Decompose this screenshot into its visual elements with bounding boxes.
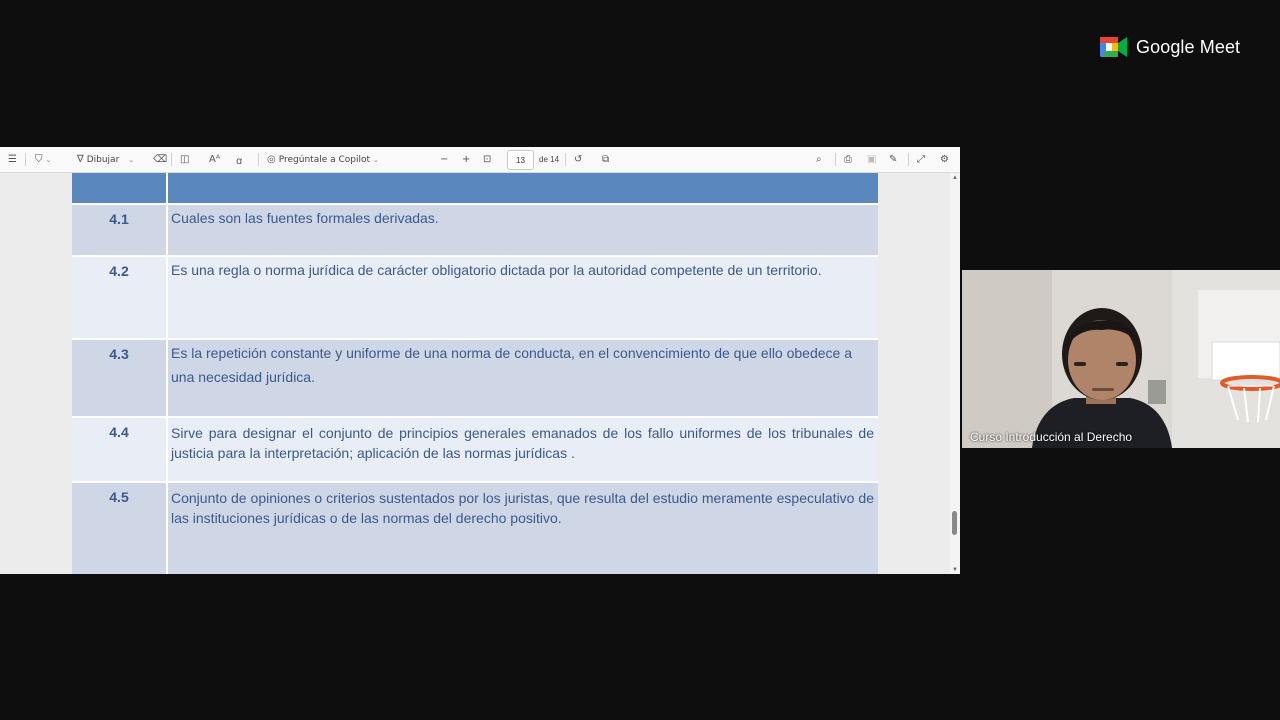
save-as-button[interactable]: ✎ <box>889 147 897 172</box>
copilot-button[interactable]: ◎ Pregúntale a Copilot ⌄ <box>267 147 379 172</box>
participant-video <box>962 270 1280 448</box>
minus-icon: − <box>440 154 449 165</box>
participant-name: Curso Introducción al Derecho <box>970 430 1133 444</box>
layout-icon: ⧉ <box>602 154 610 165</box>
page-layout-button[interactable]: ⧉ <box>602 147 609 172</box>
search-button[interactable]: ⌕ <box>816 147 822 172</box>
toolbar-divider <box>565 153 566 166</box>
plus-icon: + <box>462 154 471 165</box>
draw-button[interactable]: ∇ Dibujar ⌄ <box>77 147 134 172</box>
column-divider <box>166 205 168 255</box>
pdf-viewer-window: ☰ ⛉ ⌄ ∇ Dibujar ⌄ ⌫ ◫ Aᴬ ꭤ ◎ Pregúntale a Co… <box>0 147 960 574</box>
zoom-out-button[interactable]: − <box>440 147 448 172</box>
draw-icon: ∇ <box>77 154 84 165</box>
highlighter-icon: ⛉ <box>35 154 43 165</box>
chevron-down-icon: ⌄ <box>373 155 379 164</box>
row-text: Conjunto de opiniones o criterios susten… <box>171 490 874 526</box>
column-divider <box>166 418 168 481</box>
scrollbar-thumb[interactable] <box>952 511 957 535</box>
translate-icon: ꭤ <box>236 155 243 167</box>
toolbar-divider <box>908 153 909 166</box>
page-number-input[interactable]: 13 <box>507 150 534 170</box>
meet-camera-icon <box>1100 37 1127 57</box>
table-row: 4.5 Conjunto de opiniones o criterios su… <box>72 483 878 574</box>
pdf-toolbar: ☰ ⛉ ⌄ ∇ Dibujar ⌄ ⌫ ◫ Aᴬ ꭤ ◎ Pregúntale a Co… <box>0 147 960 173</box>
column-divider <box>166 483 168 574</box>
fit-width-icon: ⊡ <box>483 154 492 165</box>
row-number: 4.2 <box>109 263 129 279</box>
column-divider <box>166 340 168 416</box>
meet-logo-text: Google Meet <box>1136 36 1241 57</box>
pdf-page: 4.1 Cuales son las fuentes formales deri… <box>72 173 878 574</box>
save-button[interactable]: ▣ <box>867 147 876 172</box>
scroll-down-icon[interactable]: ▼ <box>952 567 958 573</box>
rotate-icon: ↺ <box>574 154 583 165</box>
row-text: Sirve para designar el conjunto de princ… <box>171 425 874 461</box>
row-number: 4.3 <box>109 346 129 362</box>
toolbar-divider <box>835 153 836 166</box>
toolbar-divider <box>25 153 26 166</box>
vertical-scrollbar[interactable]: ▲ ▼ <box>950 173 960 574</box>
participant-video-tile[interactable]: Curso Introducción al Derecho <box>962 270 1280 448</box>
chevron-down-icon: ⌄ <box>45 155 52 164</box>
save-icon: ▣ <box>867 154 877 165</box>
gear-icon: ⚙ <box>940 154 949 165</box>
contents-button[interactable]: ☰ <box>8 147 17 172</box>
scroll-up-icon[interactable]: ▲ <box>952 175 958 181</box>
row-number: 4.4 <box>109 424 129 440</box>
google-meet-logo: Google Meet <box>1100 34 1240 60</box>
toolbar-divider <box>171 153 172 166</box>
table-row: 4.4 Sirve para designar el conjunto de p… <box>72 418 878 481</box>
book-icon: ◫ <box>180 154 190 165</box>
column-divider <box>166 257 168 338</box>
copilot-label: Pregúntale a Copilot <box>278 154 371 165</box>
highlight-button[interactable]: ⛉ ⌄ <box>35 147 51 172</box>
row-text: Es la repetición constante y uniforme de… <box>171 345 852 385</box>
draw-label: Dibujar <box>86 154 120 165</box>
eraser-button[interactable]: ⌫ <box>153 147 167 172</box>
eraser-icon: ⌫ <box>153 154 168 165</box>
page-view-button[interactable]: ◫ <box>180 147 189 172</box>
search-icon: ⌕ <box>816 154 822 165</box>
copilot-icon: ◎ <box>267 154 276 165</box>
row-text: Cuales son las fuentes formales derivada… <box>171 210 439 226</box>
translate-button[interactable]: ꭤ <box>236 147 242 172</box>
list-icon: ☰ <box>8 154 17 165</box>
toolbar-divider <box>258 153 259 166</box>
text-size-icon: Aᴬ <box>209 154 221 165</box>
table-header-row <box>72 173 878 205</box>
fit-page-button[interactable]: ⊡ <box>483 147 491 172</box>
row-number: 4.5 <box>109 489 129 505</box>
save-as-icon: ✎ <box>889 154 898 165</box>
print-button[interactable]: ⎙ <box>844 147 852 172</box>
column-divider <box>166 173 168 203</box>
page-total-label: de 14 <box>539 155 560 164</box>
table-row: 4.3 Es la repetición constante y uniform… <box>72 340 878 416</box>
settings-button[interactable]: ⚙ <box>940 147 949 172</box>
table-row: 4.1 Cuales son las fuentes formales deri… <box>72 205 878 255</box>
rotate-button[interactable]: ↺ <box>574 147 582 172</box>
row-number: 4.1 <box>109 211 129 227</box>
chevron-down-icon: ⌄ <box>128 155 135 164</box>
document-area: 4.1 Cuales son las fuentes formales deri… <box>0 173 950 574</box>
table-row: 4.2 Es una regla o norma jurídica de car… <box>72 257 878 338</box>
read-aloud-button[interactable]: Aᴬ <box>209 147 220 172</box>
fullscreen-button[interactable]: ⤢ <box>917 147 925 172</box>
zoom-in-button[interactable]: + <box>462 147 470 172</box>
row-text: Es una regla o norma jurídica de carácte… <box>171 262 822 278</box>
expand-icon: ⤢ <box>917 154 925 165</box>
printer-icon: ⎙ <box>844 154 852 165</box>
